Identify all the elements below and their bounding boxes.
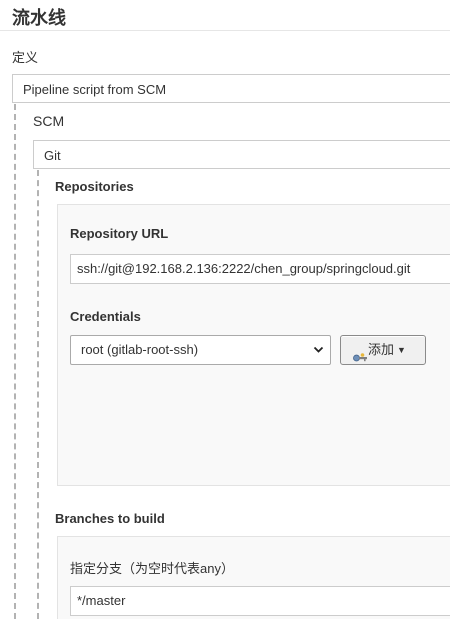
scm-select-value: Git: [44, 148, 61, 163]
definition-select-value: Pipeline script from SCM: [23, 82, 167, 97]
caret-down-icon: ▼: [397, 345, 406, 355]
definition-select[interactable]: Pipeline script from SCM: [12, 74, 450, 103]
definition-nest-line: [14, 104, 16, 619]
branch-specifier-label: 指定分支（为空时代表any）: [70, 561, 234, 576]
add-button-label: 添加: [368, 342, 395, 357]
definition-label: 定义: [12, 50, 39, 65]
credentials-label: Credentials: [70, 309, 141, 324]
branches-label: Branches to build: [55, 511, 165, 526]
scm-label: SCM: [33, 113, 65, 129]
pipeline-config-page: 流水线 定义 Pipeline script from SCM SCM Git …: [0, 0, 450, 619]
repo-url-value: ssh://git@192.168.2.136:2222/chen_group/…: [77, 261, 411, 276]
credentials-select[interactable]: root (gitlab-root-ssh): [70, 335, 331, 365]
scm-nest-line: [37, 170, 39, 619]
repo-url-label: Repository URL: [70, 226, 169, 241]
section-title: 流水线: [12, 8, 66, 28]
key-icon: [353, 345, 369, 362]
title-divider: [0, 30, 450, 31]
repo-url-input[interactable]: ssh://git@192.168.2.136:2222/chen_group/…: [70, 254, 450, 284]
credentials-select-value: root (gitlab-root-ssh): [81, 342, 199, 357]
branch-specifier-input[interactable]: */master: [70, 586, 450, 616]
add-credentials-button[interactable]: 添加 ▼: [340, 335, 426, 365]
chevron-down-icon: [313, 336, 324, 375]
repositories-label: Repositories: [55, 179, 134, 194]
scm-select[interactable]: Git: [33, 140, 450, 169]
branch-specifier-value: */master: [77, 593, 126, 608]
